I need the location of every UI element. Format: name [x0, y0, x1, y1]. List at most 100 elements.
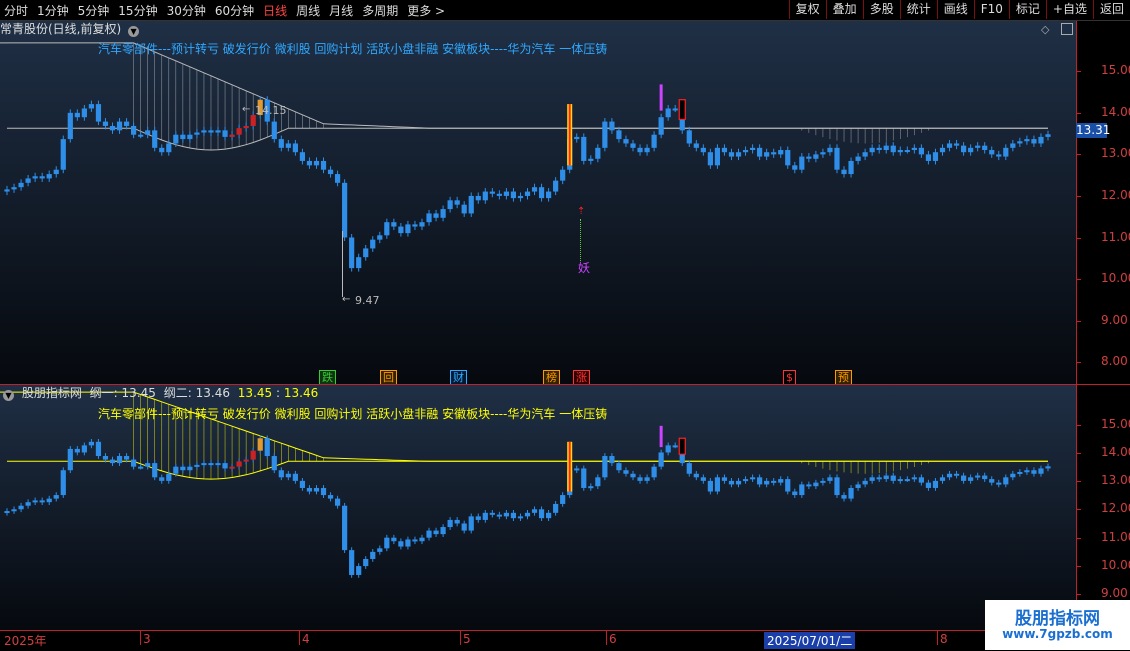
candle-body: [960, 475, 967, 481]
sub-y-tick: 14.00: [1101, 445, 1130, 459]
candle-body: [433, 213, 439, 218]
candle-body: [1038, 136, 1044, 144]
candle-body: [145, 130, 151, 135]
sub-y-tickmark: [1077, 566, 1081, 567]
period-tab-9[interactable]: 多周期: [362, 2, 398, 19]
chevron-down-icon[interactable]: ▼: [3, 390, 14, 401]
toolbar-button-2[interactable]: 多股: [862, 0, 900, 19]
main-candlestick-chart[interactable]: [0, 21, 1076, 384]
candle-body: [510, 512, 517, 519]
candle-body: [813, 482, 819, 487]
candle-body: [686, 463, 692, 474]
candle-body: [672, 445, 678, 448]
candle-body: [538, 509, 545, 519]
candle-body: [918, 477, 924, 483]
diamond-icon[interactable]: ◇: [1041, 23, 1049, 36]
line1-label: 纲一:: [89, 386, 118, 400]
candle-body: [524, 512, 531, 517]
candle-body: [285, 143, 291, 148]
candle-body: [131, 125, 137, 135]
candle-body: [503, 512, 509, 517]
period-tab-2[interactable]: 5分钟: [78, 2, 110, 19]
candle-body: [771, 480, 777, 483]
candle-body: [334, 174, 341, 183]
candle-body: [771, 152, 777, 155]
candle-body: [897, 479, 903, 482]
candle-body: [398, 541, 404, 547]
maximize-icon[interactable]: [1061, 23, 1073, 35]
candle-body: [524, 191, 531, 196]
limit-up-bar-core: [568, 441, 571, 492]
candle-body: [510, 191, 517, 199]
date-separator: [460, 631, 461, 645]
candle-body: [468, 516, 474, 531]
candle-body: [764, 152, 770, 157]
candle-body: [581, 468, 587, 488]
period-tab-4[interactable]: 30分钟: [167, 2, 206, 19]
candle-body: [841, 495, 847, 499]
candle-body: [306, 487, 313, 492]
candle-body: [707, 480, 713, 492]
arrow-up-icon: ⇡: [577, 206, 586, 217]
period-tab-3[interactable]: 15分钟: [118, 2, 157, 19]
candle-body: [1017, 141, 1023, 144]
candle-body: [433, 530, 439, 535]
toolbar-button-6[interactable]: 标记: [1008, 0, 1046, 19]
candle-body: [616, 463, 622, 471]
period-tab-8[interactable]: 月线: [329, 2, 353, 19]
candle-body: [229, 466, 235, 469]
date-label: 3: [143, 632, 151, 646]
candle-body: [721, 477, 728, 481]
candle-body: [982, 475, 988, 480]
candle-body: [109, 459, 116, 464]
toolbar-button-7[interactable]: +自选: [1045, 0, 1093, 19]
toolbar-button-3[interactable]: 统计: [899, 0, 937, 19]
candle-body: [630, 473, 636, 478]
black-candle: [678, 99, 686, 121]
period-tab-1[interactable]: 1分钟: [37, 2, 69, 19]
toolbar-button-4[interactable]: 画线: [936, 0, 974, 19]
candle-body: [989, 479, 995, 483]
sub-y-tickmark: [1077, 594, 1081, 595]
period-tab-5[interactable]: 60分钟: [215, 2, 254, 19]
candle-body: [18, 505, 24, 510]
toolbar-button-0[interactable]: 复权: [788, 0, 826, 19]
candle-body: [159, 147, 165, 153]
candle-body: [792, 165, 798, 170]
sub-y-tickmark: [1077, 481, 1081, 482]
action-buttons: 复权 叠加 多股 统计 画线 F10 标记 +自选 返回: [788, 0, 1130, 19]
toolbar-button-8[interactable]: 返回: [1092, 0, 1130, 19]
period-tab-10[interactable]: 更多 >: [407, 2, 445, 19]
candle-body: [862, 152, 868, 157]
period-tab-7[interactable]: 周线: [296, 2, 320, 19]
candle-body: [890, 145, 896, 153]
candle-body: [742, 479, 749, 482]
sub-y-tickmark: [1077, 425, 1081, 426]
toolbar-button-5[interactable]: F10: [973, 0, 1009, 19]
candle-body: [637, 147, 643, 153]
chevron-down-icon[interactable]: ▼: [128, 26, 140, 37]
main-y-tick: 8.00: [1101, 354, 1128, 368]
candle-body: [665, 108, 671, 118]
candle-body: [538, 187, 545, 199]
period-tab-6[interactable]: 日线: [263, 2, 287, 19]
toolbar-button-1[interactable]: 叠加: [825, 0, 863, 19]
candle-body: [546, 512, 552, 519]
candle-body: [876, 477, 882, 480]
candle-body: [834, 477, 840, 496]
candle-body: [447, 519, 453, 528]
candle-body: [60, 139, 66, 170]
main-y-tickmark: [1077, 196, 1081, 197]
candle-body: [658, 452, 664, 467]
candle-body: [356, 566, 362, 575]
candle-body: [968, 477, 974, 481]
watermark-title: 股朋指标网: [1015, 609, 1100, 629]
candle-body: [848, 487, 854, 499]
candle-body: [412, 539, 418, 542]
candle-body: [440, 527, 446, 535]
period-tab-0[interactable]: 分时: [4, 2, 28, 19]
period-toolbar: 分时 1分钟 5分钟 15分钟 30分钟 60分钟 日线 周线 月线 多周期 更多 > 复权 叠加 多股…: [0, 0, 1130, 21]
low-price-label: 9.47: [355, 294, 380, 307]
candle-body: [334, 498, 341, 506]
candle-body: [503, 191, 509, 196]
